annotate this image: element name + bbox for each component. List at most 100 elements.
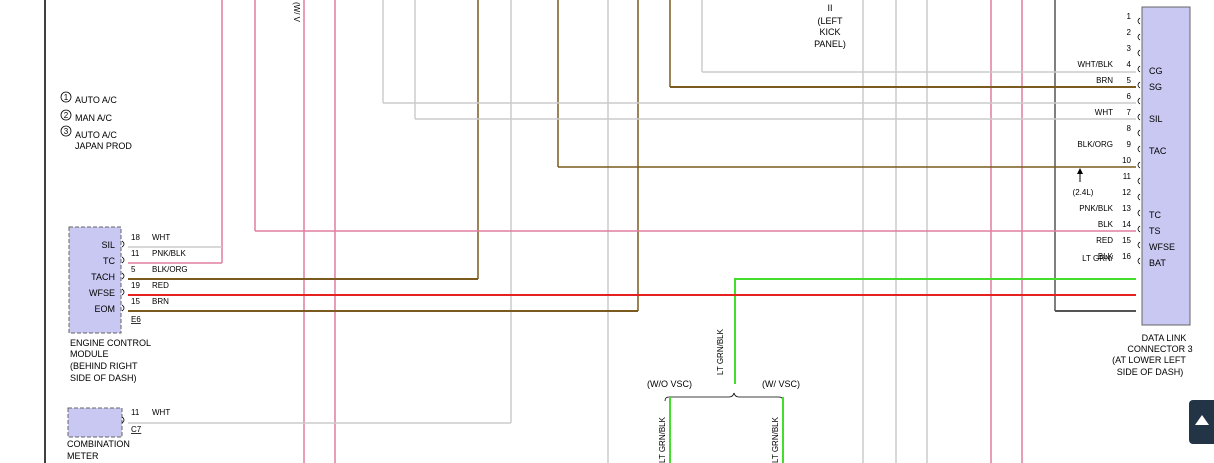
vsc-left-wire-label: LT GRN/BLK <box>658 416 667 463</box>
combination-meter: 11 WHT C7 COMBINATION METER <box>67 407 170 461</box>
ecm-label-2: MODULE <box>70 349 109 359</box>
svg-text:(LEFT: (LEFT <box>817 16 843 26</box>
dlc-engine-note: (2.4L) <box>1073 188 1094 197</box>
svg-text:SIL: SIL <box>1149 114 1163 124</box>
svg-text:WHT/BLK: WHT/BLK <box>1077 60 1113 69</box>
svg-text:RED: RED <box>152 281 169 290</box>
svg-text:16: 16 <box>1122 252 1131 261</box>
meter-body <box>67 407 123 438</box>
svg-text:2: 2 <box>64 111 69 120</box>
svg-text:TAC: TAC <box>1149 146 1167 156</box>
dlc-label-3: (AT LOWER LEFT <box>1112 355 1186 365</box>
engine-control-module: SIL 18 WHT TC 11 PNK/BLK TACH 5 BLK/ORG … <box>68 226 188 383</box>
dlc-body <box>1141 6 1191 326</box>
scroll-to-top-button[interactable] <box>1189 400 1214 444</box>
ecm-label-4: SIDE OF DASH) <box>70 373 137 383</box>
svg-text:BRN: BRN <box>152 297 169 306</box>
svg-text:CG: CG <box>1149 66 1163 76</box>
svg-text:2: 2 <box>1127 28 1132 37</box>
svg-text:SG: SG <box>1149 82 1162 92</box>
svg-text:KICK: KICK <box>819 27 840 37</box>
svg-text:5: 5 <box>131 265 136 274</box>
svg-text:BLK: BLK <box>1098 220 1114 229</box>
dlc-label-4: SIDE OF DASH) <box>1117 367 1184 377</box>
svg-text:8: 8 <box>1127 124 1132 133</box>
ecm-label-3: (BEHIND RIGHT <box>70 361 138 371</box>
note-label-2: MAN A/C <box>75 113 113 123</box>
svg-text:14: 14 <box>1122 220 1131 229</box>
svg-text:3: 3 <box>1127 44 1132 53</box>
dlc-pin-6: 6 <box>1127 92 1141 105</box>
engine-note-arrow <box>1077 168 1083 182</box>
svg-text:PNK/BLK: PNK/BLK <box>152 249 186 258</box>
dlc-pin-10: 10 <box>1122 156 1141 169</box>
meter-pin-num: 11 <box>131 408 140 417</box>
svg-text:1: 1 <box>64 93 69 102</box>
note-label-3b: JAPAN PROD <box>75 141 132 151</box>
svg-text:BAT: BAT <box>1149 258 1166 268</box>
top-cutoff-label: (W/ V <box>292 2 301 23</box>
svg-text:TS: TS <box>1149 226 1161 236</box>
svg-text:1: 1 <box>1127 12 1132 21</box>
dlc-label-2: CONNECTOR 3 <box>1127 344 1192 354</box>
dlc-lt-grn-prefix: LT GRN/ <box>1082 254 1114 263</box>
meter-pin-wire: WHT <box>152 408 170 417</box>
svg-text:19: 19 <box>131 281 140 290</box>
dlc-pin-2: 2 <box>1127 28 1141 41</box>
svg-text:6: 6 <box>1127 92 1132 101</box>
svg-text:WFSE: WFSE <box>1149 242 1175 252</box>
svg-text:9: 9 <box>1127 140 1132 149</box>
svg-text:7: 7 <box>1127 108 1132 117</box>
ecm-wires <box>128 246 1136 424</box>
vsc-right-wire-label: LT GRN/BLK <box>771 416 780 463</box>
svg-text:RED: RED <box>1096 236 1113 245</box>
svg-text:WFSE: WFSE <box>89 288 115 298</box>
vsc-wo-label: (W/O VSC) <box>647 379 692 389</box>
meter-label-2: METER <box>67 451 99 461</box>
dlc-wires <box>255 71 1136 384</box>
note-label-3: AUTO A/C <box>75 130 117 140</box>
note-label-1: AUTO A/C <box>75 95 117 105</box>
svg-text:BLK/ORG: BLK/ORG <box>1077 140 1113 149</box>
svg-text:EOM: EOM <box>94 304 115 314</box>
svg-text:5: 5 <box>1127 76 1132 85</box>
svg-text:SIL: SIL <box>101 240 115 250</box>
dlc-label-1: DATA LINK <box>1142 333 1187 343</box>
svg-text:WHT: WHT <box>152 233 170 242</box>
svg-text:18: 18 <box>131 233 140 242</box>
vsc-branch: LT GRN/BLK (W/O VSC) (W/ VSC) LT GRN/BLK… <box>647 328 800 463</box>
meter-label-1: COMBINATION <box>67 439 130 449</box>
svg-text:3: 3 <box>64 127 69 136</box>
dlc-pin-3: 3 <box>1127 44 1141 57</box>
svg-text:BLK/ORG: BLK/ORG <box>152 265 188 274</box>
svg-text:15: 15 <box>131 297 140 306</box>
svg-text:PNK/BLK: PNK/BLK <box>1079 204 1113 213</box>
dlc-pin-8: 8 <box>1127 124 1141 137</box>
vsc-split-bracket <box>664 392 784 402</box>
ecm-label-1: ENGINE CONTROL <box>70 338 151 348</box>
wiring-diagram: (W/ V II (LEFT KICK PANEL) 1 AUTO A/C 2 … <box>44 0 1193 463</box>
svg-text:TC: TC <box>103 256 115 266</box>
svg-text:4: 4 <box>1127 60 1132 69</box>
svg-text:15: 15 <box>1122 236 1131 245</box>
svg-text:BRN: BRN <box>1096 76 1113 85</box>
data-link-connector: 1234WHT/BLKCG5BRNSG67WHTSIL89BLK/ORGTAC1… <box>1073 6 1193 377</box>
option-notes: 1 AUTO A/C 2 MAN A/C 3 AUTO A/C JAPAN PR… <box>60 91 132 151</box>
dlc-pin-11: 11 <box>1123 172 1141 185</box>
svg-text:TACH: TACH <box>91 272 115 282</box>
svg-text:10: 10 <box>1122 156 1131 165</box>
chevron-up-icon <box>1195 415 1209 425</box>
svg-text:PANEL): PANEL) <box>814 39 846 49</box>
svg-text:13: 13 <box>1122 204 1131 213</box>
meter-connector-id: C7 <box>131 425 142 434</box>
dlc-pin-12: 12 <box>1122 188 1141 201</box>
svg-text:II: II <box>827 3 832 13</box>
kick-panel-label: II (LEFT KICK PANEL) <box>814 3 846 49</box>
vsc-w-label: (W/ VSC) <box>762 379 800 389</box>
ecm-connector-id: E6 <box>131 315 141 324</box>
dlc-pin-1: 1 <box>1127 12 1141 25</box>
svg-text:TC: TC <box>1149 210 1161 220</box>
svg-text:11: 11 <box>1123 172 1132 181</box>
svg-text:12: 12 <box>1122 188 1131 197</box>
svg-text:11: 11 <box>131 249 140 258</box>
